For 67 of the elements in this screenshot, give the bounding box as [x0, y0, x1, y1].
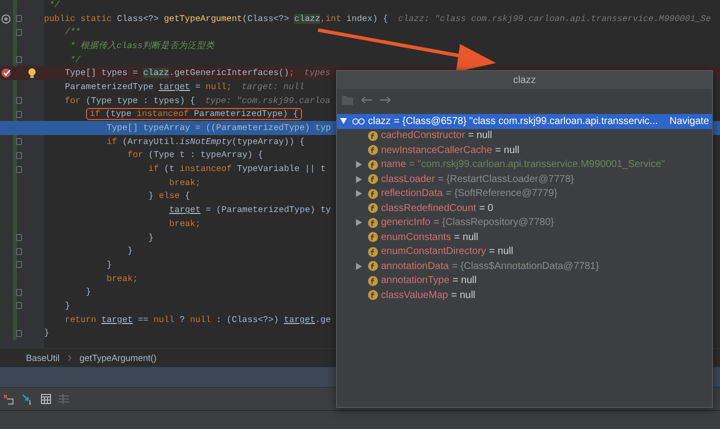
variable-name: clazz [368, 116, 391, 127]
calculator-icon[interactable] [41, 394, 51, 404]
code-line: Type[] types = clazz.getGenericInterfaces(); types [64, 68, 330, 78]
variable-value: = {Class@6578} "class com.rskj99.carloan.api.transservic... [394, 116, 658, 127]
popup-title: clazz [337, 71, 712, 89]
code-line: } [86, 287, 91, 298]
field-icon [368, 246, 378, 257]
override-marker-icon[interactable] [1, 14, 11, 24]
code-line: target = (ParameterizedType) ty [169, 205, 331, 216]
code-line: } [148, 232, 154, 243]
code-line: break; [169, 218, 201, 229]
lightbulb-icon[interactable] [28, 68, 36, 79]
collapsed-triangle-icon[interactable] [356, 219, 362, 226]
variable-row[interactable]: annotationType = null [349, 274, 712, 288]
field-icon [368, 130, 378, 141]
field-icon [368, 160, 378, 170]
code-line: } [128, 246, 133, 256]
variable-row[interactable]: newInstanceCallerCache = null [349, 143, 712, 158]
run-to-cursor-icon[interactable] [22, 394, 33, 404]
variable-row[interactable]: enumConstants = null [349, 230, 712, 244]
breakpoint-icon[interactable] [1, 68, 12, 78]
field-icon [368, 232, 378, 242]
field-icon [368, 261, 378, 272]
field-icon [368, 174, 378, 184]
code-line: break; [106, 274, 138, 284]
variable-row[interactable]: cachedConstructor = null [349, 128, 712, 143]
code-line: } [64, 300, 70, 311]
code-line: } else { [148, 191, 190, 202]
code-line: */ [70, 54, 81, 65]
field-icon [368, 290, 378, 300]
field-icon [368, 145, 378, 156]
list-icon[interactable] [59, 394, 69, 404]
field-icon [368, 188, 378, 199]
expanded-triangle-icon[interactable] [340, 118, 346, 124]
back-arrow-icon[interactable] [361, 96, 372, 104]
fold-icon[interactable] [16, 330, 22, 337]
variable-row[interactable]: classValueMap = null [349, 288, 712, 302]
collapsed-triangle-icon[interactable] [356, 262, 362, 270]
code-line: public static Class<?> getTypeArgument(Class<?> clazz,int index) { clazz: "class com.rskj99.carloan.api.transservice.M990001_Se [44, 14, 711, 24]
breadcrumb-item[interactable]: getTypeArgument() [80, 353, 157, 363]
fold-icon[interactable] [16, 56, 22, 64]
field-icon [368, 203, 378, 214]
code-line: } [106, 260, 112, 270]
variable-row[interactable]: clazz = {Class@6578} "class com.rskj99.carloan.api.transservic... Navigate [337, 114, 712, 128]
field-icon [368, 276, 378, 286]
code-line: for (Type type : types) { type: "com.rskj99.carloa [64, 96, 330, 106]
code-line: if (ArrayUtil.isNotEmpty(typeArray)) { [106, 136, 305, 147]
forward-arrow-icon[interactable] [380, 96, 391, 104]
code-line: Type[] typeArray = ((ParameterizedType) typ [106, 123, 331, 134]
drop-frame-icon[interactable] [3, 394, 14, 404]
field-icon [368, 218, 378, 228]
code-line: /** [64, 27, 81, 38]
code-line: break; [169, 178, 201, 188]
code-line: * 根据传入class判断是否为泛型类 [70, 40, 215, 52]
variable-row[interactable]: classRedefinedCount = 0 [349, 201, 712, 216]
chevron-icon [68, 355, 72, 361]
code-line: } [44, 328, 50, 338]
code-line: for (Type t : typeArray) { [128, 150, 264, 160]
code-line: */ [49, 0, 60, 10]
code-line: ParameterizedType target = null; target: null [64, 82, 304, 92]
variable-row[interactable]: enumConstantDirectory = null [349, 244, 712, 259]
watch-glasses-icon [352, 118, 365, 125]
navigate-link[interactable]: Navigate [670, 116, 712, 127]
folder-icon[interactable] [342, 95, 353, 105]
code-line: return target == null ? null : (Class<?>) target.ge [64, 314, 331, 325]
breadcrumb-item[interactable]: BaseUtil [26, 353, 60, 363]
code-line: if (t instanceof TypeVariable || t [148, 164, 326, 174]
